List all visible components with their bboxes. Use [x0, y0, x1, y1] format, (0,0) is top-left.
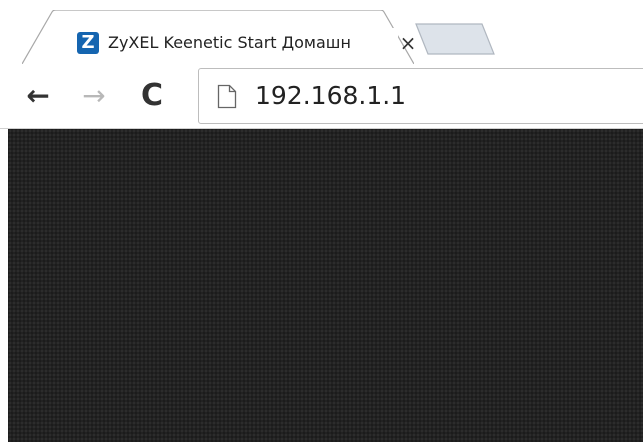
tab-title-fade — [352, 28, 398, 58]
active-tab[interactable]: Z ZyXEL Keenetic Start Домашн × — [22, 10, 416, 64]
url-text[interactable]: 192.168.1.1 — [255, 69, 406, 123]
new-tab-button[interactable] — [414, 10, 496, 64]
back-arrow-icon[interactable]: ← — [20, 76, 56, 116]
browser-window: Z ZyXEL Keenetic Start Домашн × ← → C 19… — [0, 0, 643, 442]
forward-arrow-icon[interactable]: → — [76, 76, 112, 116]
document-icon — [217, 84, 237, 109]
tab-strip: Z ZyXEL Keenetic Start Домашн × — [0, 0, 643, 64]
reload-icon[interactable]: C — [134, 76, 170, 116]
address-bar[interactable]: 192.168.1.1 — [198, 68, 643, 124]
window-left-edge — [0, 129, 8, 442]
page-content-area — [0, 129, 643, 442]
zyxel-favicon-icon: Z — [77, 32, 99, 54]
browser-toolbar: ← → C 192.168.1.1 — [0, 64, 643, 128]
